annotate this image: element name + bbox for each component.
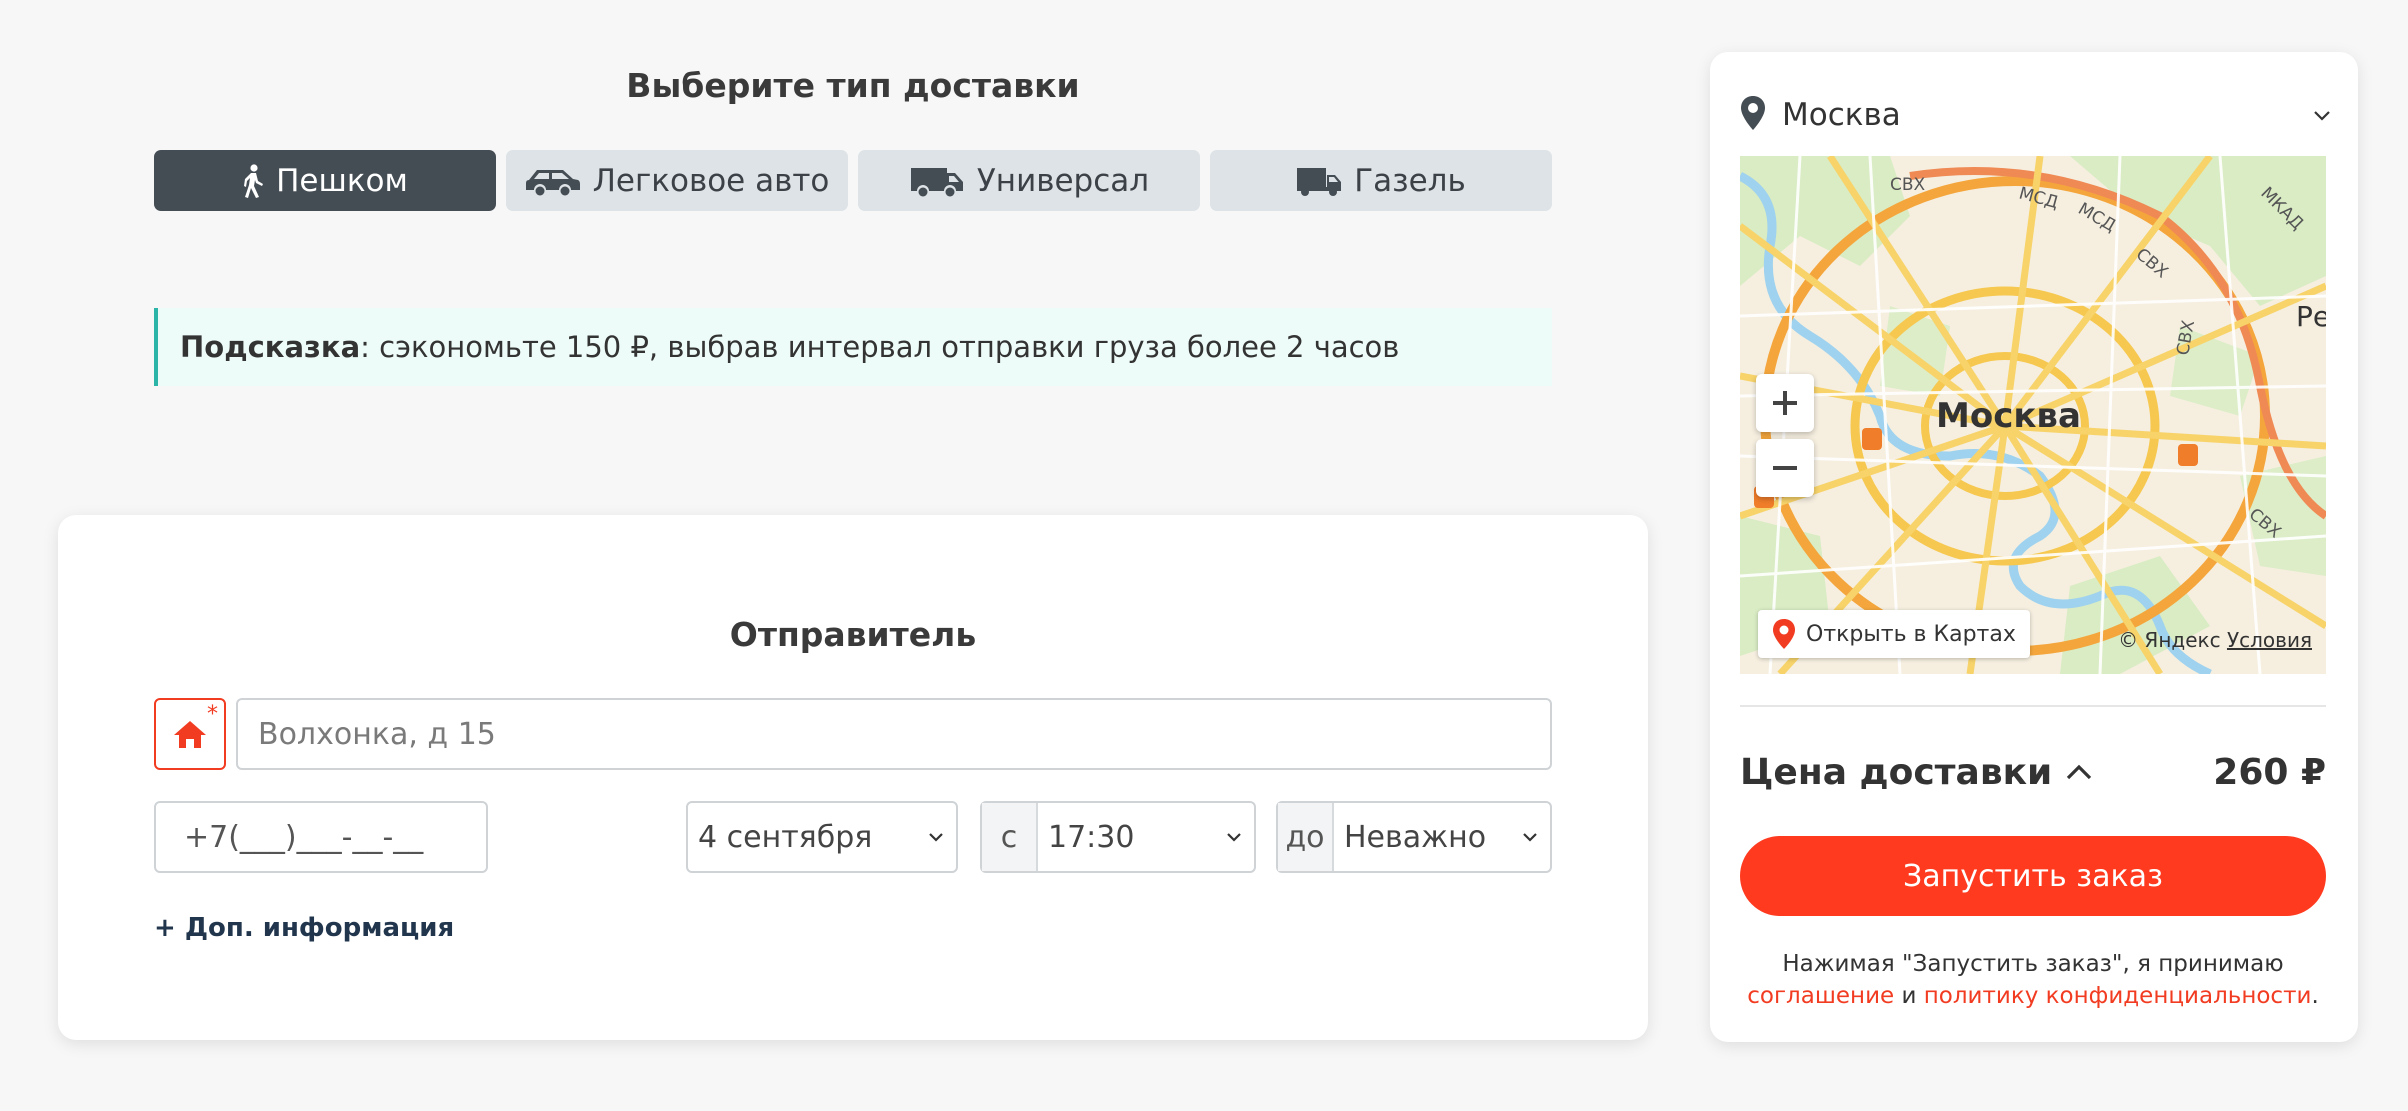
chevron-down-icon (916, 832, 956, 842)
price-value: 260 ₽ (2213, 751, 2326, 793)
order-panel: Москва СВХ МСД МСД СВХ МКАД СВХ СВХ Ре М… (1710, 52, 2358, 1042)
more-info-link[interactable]: + Доп. информация (154, 913, 454, 943)
sender-title: Отправитель (729, 615, 977, 654)
tab-car[interactable]: Легковое авто (506, 150, 848, 211)
city-select[interactable]: Москва (1740, 88, 2330, 142)
van-icon (910, 167, 963, 196)
hint-title: Подсказка (180, 330, 361, 364)
time-from-prefix: с (982, 803, 1038, 871)
delivery-type-tabs: Пешком Легковое авто Универсал Газель (154, 150, 1552, 211)
map-pin-icon (1773, 619, 1795, 649)
launch-order-button[interactable]: Запустить заказ (1740, 836, 2326, 916)
consent-text: Нажимая "Запустить заказ", я принимаю со… (1740, 948, 2326, 1012)
chevron-down-icon (1510, 832, 1550, 842)
consent-and: и (1901, 983, 1917, 1009)
open-in-maps-label: Открыть в Картах (1806, 621, 2016, 647)
date-select[interactable]: 4 сентября (686, 801, 958, 873)
hint-banner: Подсказка: сэкономьте 150 ₽, выбрав инте… (154, 308, 1552, 386)
privacy-policy-link[interactable]: политику конфиденциальности (1924, 983, 2312, 1009)
phone-input[interactable] (154, 801, 488, 873)
zoom-in-button[interactable] (1756, 374, 1814, 432)
home-icon (174, 721, 206, 748)
map-copyright: © Яндекс Условия (2118, 628, 2312, 652)
time-to-select[interactable]: до Неважно (1276, 801, 1552, 873)
tab-van-label: Универсал (976, 162, 1150, 199)
time-from-value: 17:30 (1048, 819, 1135, 855)
tab-walking[interactable]: Пешком (154, 150, 496, 211)
map-road-label: СВХ (1890, 175, 1926, 195)
hint-text: : сэкономьте 150 ₽, выбрав интервал отпр… (360, 330, 1400, 364)
tab-walking-label: Пешком (276, 162, 408, 199)
divider (1740, 705, 2326, 707)
truck-icon (1297, 167, 1342, 196)
tab-truck-label: Газель (1354, 162, 1466, 199)
terms-link[interactable]: Условия (2227, 628, 2312, 652)
time-to-value: Неважно (1344, 819, 1487, 855)
date-select-value: 4 сентября (698, 819, 873, 855)
open-in-maps-button[interactable]: Открыть в Картах (1758, 610, 2030, 658)
consent-suffix: . (2311, 983, 2319, 1009)
sender-card: Отправитель * 4 сентября с 17:30 до Нева… (58, 515, 1648, 1040)
car-icon (525, 169, 580, 195)
tab-van[interactable]: Универсал (858, 150, 1200, 211)
time-from-select[interactable]: с 17:30 (980, 801, 1256, 873)
price-toggle[interactable]: Цена доставки (1740, 752, 2092, 793)
price-row: Цена доставки 260 ₽ (1740, 742, 2326, 802)
consent-prefix: Нажимая "Запустить заказ", я принимаю (1782, 951, 2284, 977)
minus-icon (1773, 466, 1797, 470)
address-type-button[interactable]: * (154, 698, 226, 770)
city-value: Москва (1782, 97, 1901, 133)
required-mark: * (207, 702, 218, 727)
delivery-type-title: Выберите тип доставки (626, 66, 1080, 105)
location-pin-icon (1740, 95, 1774, 135)
price-label: Цена доставки (1740, 751, 2053, 793)
tab-car-label: Легковое авто (592, 162, 830, 199)
chevron-down-icon (2314, 106, 2330, 125)
chevron-up-icon (2067, 764, 2092, 780)
map-road-label: Ре (2296, 300, 2326, 333)
map-view[interactable]: СВХ МСД МСД СВХ МКАД СВХ СВХ Ре Москва О… (1740, 156, 2326, 674)
map-city-label: Москва (1936, 396, 2081, 436)
plus-icon (1773, 391, 1797, 415)
copyright-text: © Яндекс (2118, 628, 2221, 652)
address-input[interactable] (236, 698, 1552, 770)
zoom-out-button[interactable] (1756, 439, 1814, 497)
agreement-link[interactable]: соглашение (1747, 983, 1894, 1009)
chevron-down-icon (1214, 832, 1254, 842)
time-to-prefix: до (1278, 803, 1334, 871)
walking-icon (244, 163, 264, 198)
tab-truck[interactable]: Газель (1210, 150, 1552, 211)
